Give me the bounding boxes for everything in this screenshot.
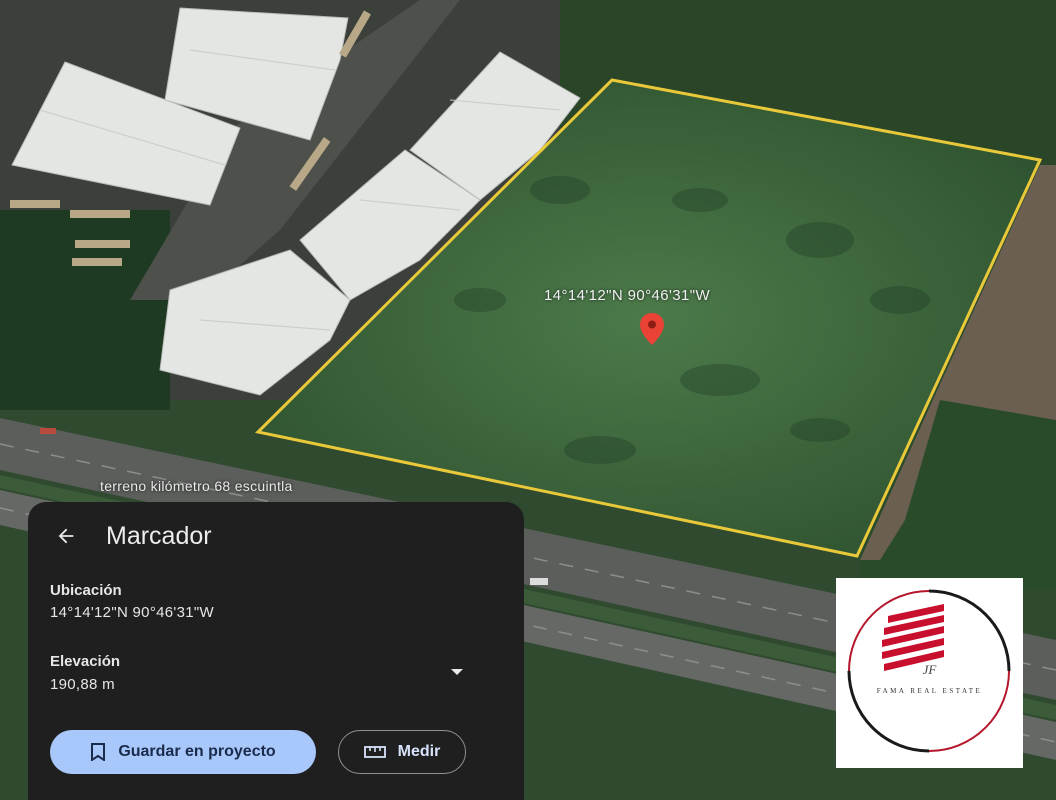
bookmark-icon xyxy=(90,743,106,761)
marker-panel: Marcador Ubicación 14°14'12"N 90°46'31"W… xyxy=(28,502,524,800)
save-to-project-label: Guardar en proyecto xyxy=(118,743,276,760)
location-value: 14°14'12"N 90°46'31"W xyxy=(50,604,214,621)
back-arrow-icon[interactable] xyxy=(52,522,80,550)
logo-monogram: JF xyxy=(922,662,937,677)
ruler-icon xyxy=(363,746,386,758)
map-place-label: terreno kilómetro 68 escuintla xyxy=(100,478,293,494)
save-to-project-button[interactable]: Guardar en proyecto xyxy=(50,730,316,774)
fama-real-estate-logo: JF FAMA REAL ESTATE xyxy=(836,578,1023,768)
building-icon xyxy=(882,604,944,671)
location-label: Ubicación xyxy=(50,582,122,599)
elevation-value: 190,88 m xyxy=(50,676,115,693)
measure-button[interactable]: Medir xyxy=(338,730,466,774)
dropdown-icon[interactable] xyxy=(446,664,468,680)
map-coordinates-label: 14°14'12"N 90°46'31"W xyxy=(544,287,711,304)
measure-label: Medir xyxy=(397,743,441,760)
panel-header: Marcador xyxy=(52,516,212,556)
location-pin-icon[interactable] xyxy=(640,313,664,345)
elevation-label: Elevación xyxy=(50,653,121,670)
logo-brand-text: FAMA REAL ESTATE xyxy=(876,687,983,695)
panel-title: Marcador xyxy=(106,521,212,550)
